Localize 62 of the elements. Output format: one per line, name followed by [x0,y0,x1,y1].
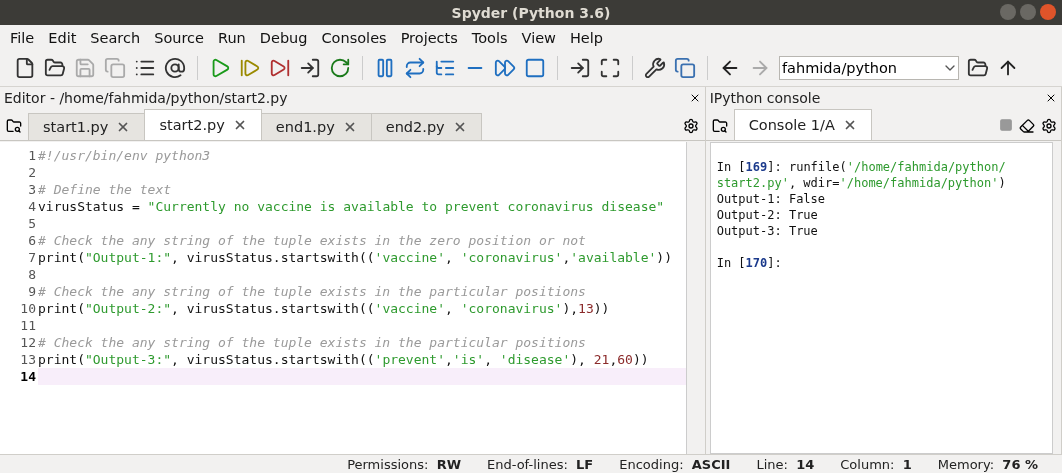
menu-item[interactable]: Run [212,29,254,46]
at-sign-icon[interactable] [164,57,186,79]
rerun-icon[interactable] [329,57,351,79]
console-line: start2.py', wdir='/home/fahmida/python') [716,176,1006,190]
settings-icon[interactable] [1041,118,1057,134]
run-cell-advance-icon[interactable] [269,57,291,79]
pane-title: IPython console [709,89,821,106]
run-cell-icon[interactable] [239,57,261,79]
menu-item[interactable]: Source [148,29,212,46]
console-line: In [170]: [716,256,782,270]
menu-item[interactable]: Search [84,29,149,46]
code-line: # Check the any string of the tuple exists in the zero position or not [38,232,586,249]
menu-item[interactable]: Debug [253,29,316,46]
stop-icon[interactable] [524,57,546,79]
status-item: End-of-lines: LF [487,456,594,472]
pane-title: Editor - /home/fahmida/python/start2.py [4,89,288,106]
menu-item[interactable]: Projects [394,29,466,46]
eraser-icon[interactable] [1019,118,1035,134]
console-output[interactable]: In [169]: runfile('/home/fahmida/python/ start2.py', wdir='/home/fahmida/python') Output-1: False Output-2: True Output-3: True In [170]: [709,142,1053,454]
settings-icon[interactable] [682,118,699,134]
file-tab[interactable]: start1.py [28,113,146,140]
menu-item[interactable]: View [515,29,564,46]
file-tab[interactable]: start2.py [144,109,262,140]
continue-icon[interactable] [494,57,516,79]
status-item: Column: 1 [840,456,912,472]
status-item: Encoding: ASCII [619,456,731,472]
status-item: Line: 14 [756,456,815,472]
code-line: #!/usr/bin/env python3 [38,147,211,164]
wrench-icon[interactable] [644,57,666,79]
console-line: Output-3: True [716,224,818,238]
stop-icon[interactable] [999,118,1013,132]
browse-tabs-icon[interactable] [711,118,728,134]
code-line: print("Output-2:", virusStatus.startswith(('vaccine', 'coronavirus'),13)) [38,300,610,317]
console-line: In [169]: runfile('/home/fahmida/python/ [716,160,1006,174]
line-number: 14 [0,368,38,385]
fullscreen-icon[interactable] [599,57,621,79]
menu-item[interactable]: Consoles [315,29,395,46]
console-line: Output-2: True [716,208,818,222]
menu-item[interactable]: Edit [42,29,85,46]
code-line: # Check the any string of the tuple exists in the particular positions [38,283,586,300]
code-line: print("Output-3:", virusStatus.startswith(('prevent','is', 'disease'), 21,60)) [38,351,649,368]
new-file-icon[interactable] [14,57,36,79]
status-item: Permissions: RW [347,456,462,472]
code-editor[interactable] [0,142,687,454]
code-line: # Check the any string of the tuple exists in the particular positions [38,334,586,351]
menu-item[interactable]: Help [563,29,611,46]
console-tab[interactable]: Console 1/A [733,109,872,140]
open-folder-icon[interactable] [967,57,989,79]
path-field[interactable]: fahmida/python [779,56,959,80]
menu-item[interactable]: Tools [465,29,516,46]
code-line: virusStatus = "Currently no vaccine is available to prevent coronavirus disease" [38,198,665,215]
close-button[interactable] [1040,4,1056,20]
file-tab[interactable]: end2.py [370,113,482,140]
code-line: print("Output-1:", virusStatus.startswith(('vaccine', 'coronavirus','available')) [38,249,672,266]
browse-tabs-icon[interactable] [6,118,22,134]
status-item: Memory: 76 % [937,456,1038,472]
file-tab[interactable]: end1.py [260,113,372,140]
console-line: Output-1: False [716,192,826,206]
open-folder-icon[interactable] [44,57,66,79]
menu-item[interactable]: File [4,29,43,46]
window-title: Spyder (Python 3.6) [451,4,611,21]
code-line: # Define the text [38,181,172,198]
